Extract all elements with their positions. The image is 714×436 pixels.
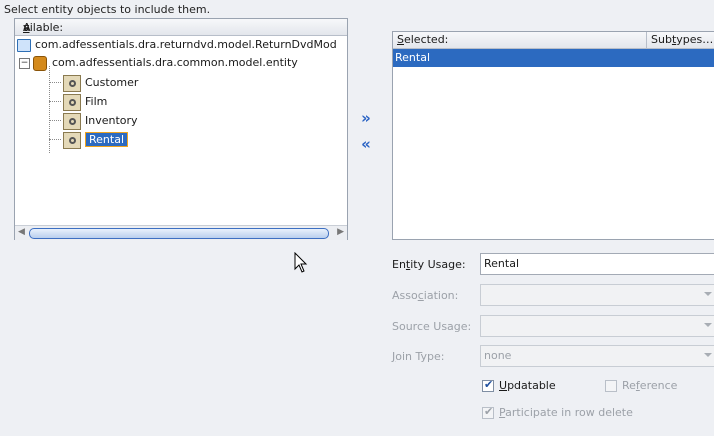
chevron-down-icon <box>704 323 712 327</box>
tree-item-customer[interactable]: Customer <box>63 74 138 92</box>
remove-selected-button[interactable]: « <box>358 136 374 152</box>
entity-object-icon <box>63 112 81 130</box>
tree-item-label: com.adfessentials.dra.common.model.entit… <box>52 56 298 69</box>
tree-item-label: Film <box>85 95 108 108</box>
jar-icon <box>33 55 47 71</box>
source-usage-label: Source Usage: <box>392 320 472 333</box>
entity-usage-label: Entity Usage: <box>392 258 466 271</box>
entity-usage-input[interactable]: Rental <box>480 253 714 275</box>
horizontal-scrollbar[interactable]: ◀ ▶ <box>15 225 347 240</box>
collapse-icon[interactable]: − <box>19 57 30 69</box>
chevron-down-icon <box>704 292 712 296</box>
join-type-label: Join Type: <box>392 350 445 363</box>
subtypes-button[interactable]: Subtypes… <box>646 32 714 48</box>
checkbox-checked-icon <box>482 405 494 419</box>
folder-icon <box>17 38 31 52</box>
selected-header: Selected: Subtypes… <box>393 32 714 49</box>
instruction-text: Select entity objects to include them. <box>4 3 211 16</box>
tree-connector <box>49 101 61 102</box>
selected-list[interactable]: Selected: Subtypes… Rental <box>392 31 714 240</box>
chevron-down-icon <box>704 353 712 357</box>
tree-connector <box>49 82 61 83</box>
tree-item-label: Rental <box>85 132 128 147</box>
scroll-right-icon[interactable]: ▶ <box>337 227 344 237</box>
tree-item-label: Customer <box>85 76 139 89</box>
tree-item-label: Inventory <box>85 114 138 127</box>
tree-item-rental[interactable]: Rental <box>63 131 128 149</box>
tree-connector <box>49 120 61 121</box>
join-type-select[interactable]: none <box>480 345 714 367</box>
participate-row-delete-checkbox[interactable]: Participate in row delete <box>482 405 633 419</box>
add-selected-button[interactable]: » <box>358 110 374 126</box>
entity-object-icon <box>63 93 81 111</box>
available-header: Av ailable: <box>15 19 347 36</box>
list-item-rental[interactable]: Rental <box>393 49 714 67</box>
tree-item-label: com.adfessentials.dra.returndvd.model.Re… <box>35 38 337 51</box>
association-label: Association: <box>392 289 459 302</box>
entity-object-icon <box>63 131 81 149</box>
tree-connector <box>49 139 61 140</box>
association-select[interactable] <box>480 284 714 306</box>
scroll-left-icon[interactable]: ◀ <box>18 227 25 237</box>
tree-item-film[interactable]: Film <box>63 93 107 111</box>
updatable-checkbox[interactable]: Updatable <box>482 378 556 392</box>
checkbox-icon <box>605 380 617 392</box>
scrollbar-thumb[interactable] <box>29 228 329 239</box>
source-usage-select[interactable] <box>480 315 714 337</box>
tree-item-root-module[interactable]: com.adfessentials.dra.returndvd.model.Re… <box>17 36 337 54</box>
available-list[interactable]: Av ailable: com.adfessentials.dra.returnd… <box>14 18 348 240</box>
entity-object-icon <box>63 74 81 92</box>
mouse-pointer-icon <box>294 252 308 273</box>
checkbox-checked-icon <box>482 378 494 392</box>
tree-item-package[interactable]: − com.adfessentials.dra.common.model.enti… <box>19 54 298 72</box>
reference-checkbox[interactable]: Reference <box>605 379 677 392</box>
tree-item-inventory[interactable]: Inventory <box>63 112 138 130</box>
